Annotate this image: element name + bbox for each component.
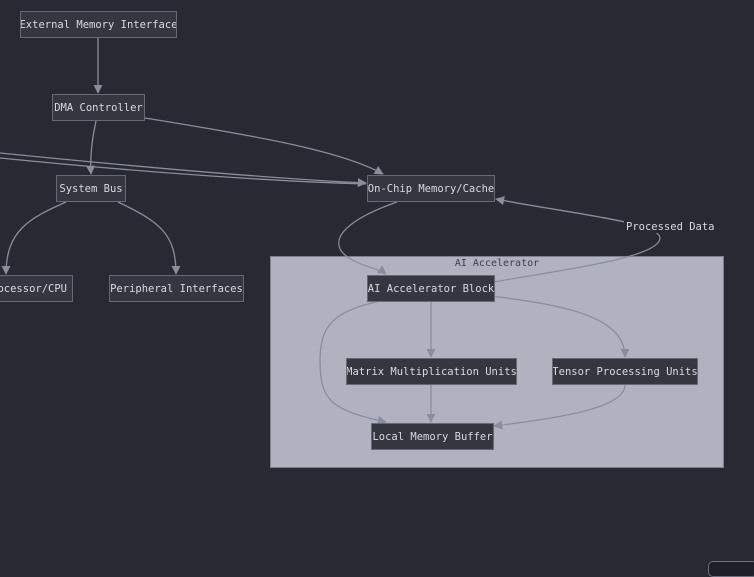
edge-left-to-onchip-2 <box>0 157 367 185</box>
node-matrix-multiplication-units[interactable]: Matrix Multiplication Units <box>346 358 517 385</box>
edge-label-processed-data: Processed Data <box>624 221 717 233</box>
diagram-canvas: AI Accelerator Processed Data External M… <box>0 0 754 577</box>
edge-dma-to-onchip <box>144 117 384 175</box>
node-processor-cpu[interactable]: rocessor/CPU <box>0 275 73 302</box>
subgraph-title: AI Accelerator <box>454 258 540 269</box>
corner-control-tab[interactable] <box>708 561 754 577</box>
node-local-memory-buffer[interactable]: Local Memory Buffer <box>371 423 494 450</box>
node-tensor-processing-units[interactable]: Tensor Processing Units <box>552 358 698 385</box>
edge-bus-to-cpu <box>1 201 67 275</box>
node-dma-controller[interactable]: DMA Controller <box>52 94 145 121</box>
edge-left-to-onchip-1 <box>0 152 367 188</box>
node-external-memory-interface[interactable]: External Memory Interface <box>20 11 177 38</box>
node-system-bus[interactable]: System Bus <box>56 175 126 202</box>
edge-dma-to-bus <box>86 120 97 175</box>
node-ai-accelerator-block[interactable]: AI Accelerator Block <box>367 275 495 302</box>
node-on-chip-memory-cache[interactable]: On-Chip Memory/Cache <box>367 175 495 202</box>
node-peripheral-interfaces[interactable]: Peripheral Interfaces <box>109 275 244 302</box>
edge-bus-to-peripheral <box>117 201 181 275</box>
